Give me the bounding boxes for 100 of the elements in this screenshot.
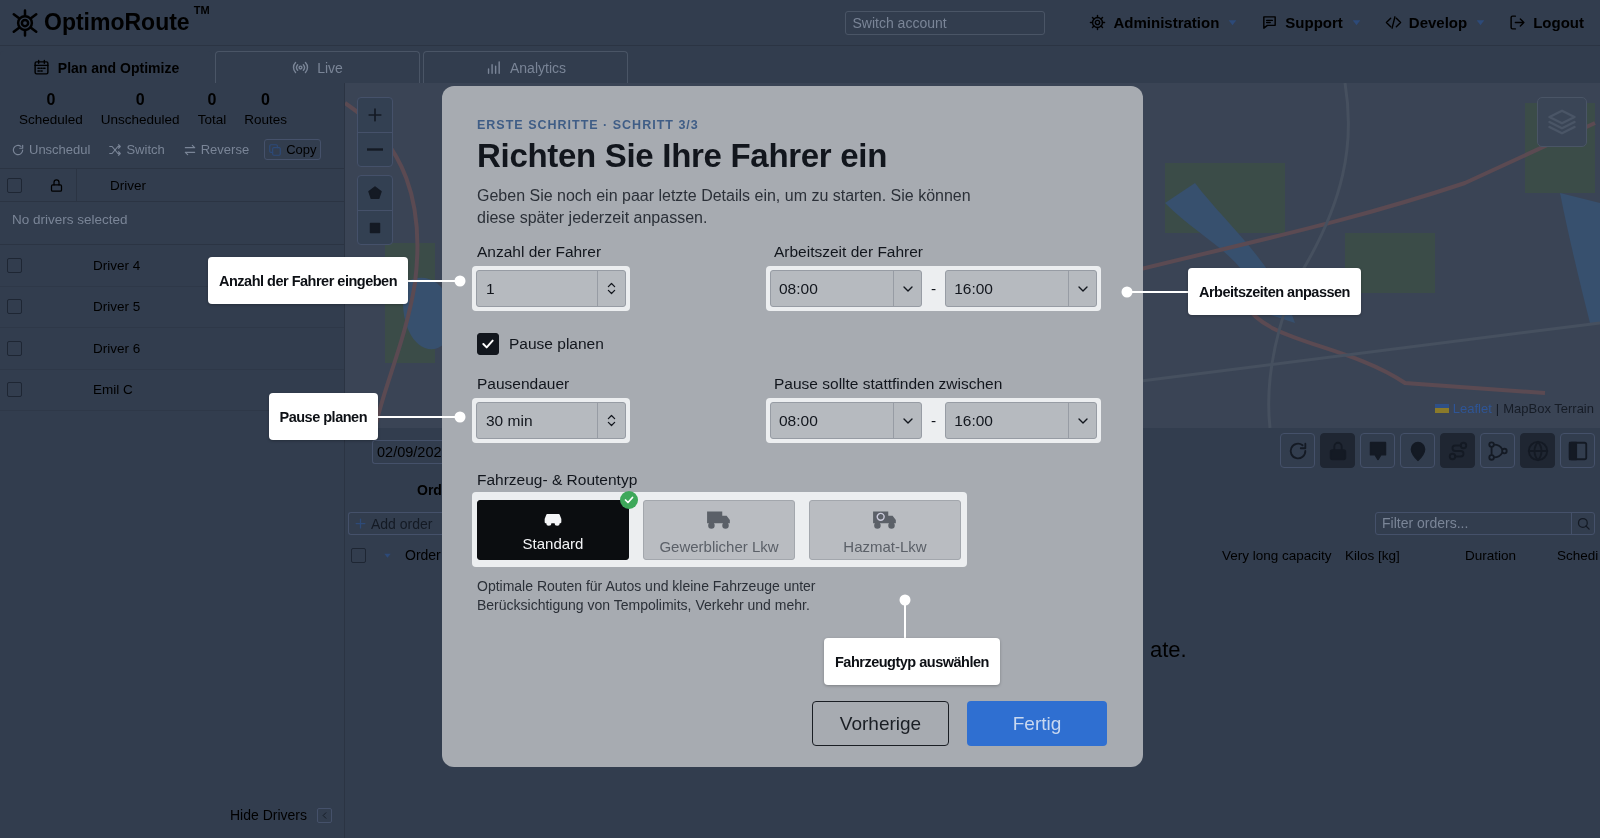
column-header: Duration — [1465, 547, 1518, 563]
callout: Pause planen — [268, 393, 378, 440]
map-tool-button[interactable] — [1560, 433, 1595, 468]
stat-value: 0 — [135, 91, 145, 109]
checkbox[interactable] — [477, 333, 499, 355]
hide-drivers-label: Hide Drivers — [230, 807, 307, 823]
section-title: Ord — [417, 482, 442, 498]
checkbox[interactable] — [7, 299, 22, 315]
plus-icon — [353, 516, 368, 531]
map-tool-button[interactable] — [1520, 433, 1555, 468]
checkbox-label: Pause planen — [509, 335, 604, 353]
filter-field[interactable]: Filter orders... — [1375, 512, 1595, 535]
number-field[interactable]: 30 min — [476, 402, 626, 439]
nav-menu[interactable]: Develop — [1384, 14, 1488, 31]
number-field[interactable]: 1 — [476, 270, 626, 307]
calendar-icon — [32, 59, 50, 76]
vehicle-option[interactable]: Gewerblicher Lkw — [643, 500, 795, 560]
switch-account-field[interactable]: Switch account — [845, 10, 1046, 35]
back-button[interactable]: Vorherige — [812, 701, 949, 746]
callout: Fahrzeugtyp auswählen — [824, 638, 1000, 685]
driver-name: Driver 6 — [93, 340, 141, 356]
lock-icon — [48, 177, 64, 193]
vehicle-option[interactable]: Hazmat-Lkw — [809, 500, 961, 560]
field-label: Pausendauer — [477, 375, 571, 393]
search-icon — [1575, 516, 1591, 531]
sidebar-icon — [1566, 439, 1589, 462]
nav-menu[interactable]: Support — [1261, 14, 1363, 31]
shuffle-icon — [108, 142, 123, 157]
layers-button[interactable] — [1537, 97, 1587, 147]
leader-line — [899, 594, 911, 638]
driver-name: Emil C — [93, 382, 133, 398]
map-tool-button[interactable] — [1320, 433, 1355, 468]
checkbox[interactable] — [351, 547, 366, 563]
dialog-description: Geben Sie noch ein paar letzte Details ein, um zu starten. Sie können diese später jederzeit anpassen. — [477, 186, 972, 228]
bar-chart-icon — [485, 59, 502, 76]
column-header: Order — [405, 547, 441, 563]
stat-label: Scheduled — [19, 112, 83, 127]
logo-text: OptimoRoute — [44, 9, 190, 36]
field-label: Pause sollte stattfinden zwischen — [774, 375, 1004, 393]
tab[interactable]: Analytics — [423, 51, 628, 83]
map-tool-button[interactable] — [1440, 433, 1475, 468]
tab[interactable]: Live — [215, 51, 420, 83]
copy-icon — [268, 142, 283, 157]
collapse-button[interactable] — [317, 807, 332, 823]
minus-icon — [367, 148, 383, 151]
check-badge-icon — [620, 491, 638, 509]
nav-menu[interactable]: Logout — [1509, 14, 1584, 31]
trademark: TM — [193, 3, 210, 16]
finish-button[interactable]: Fertig — [967, 701, 1107, 746]
stat-value: 0 — [46, 91, 56, 109]
column-header: Driver — [110, 177, 146, 193]
empty-message: No drivers selected — [0, 202, 344, 245]
map-tool-button[interactable] — [1480, 433, 1515, 468]
dialog-title: Richten Sie Ihre Fahrer ein — [477, 137, 889, 175]
stat-value: 0 — [261, 91, 270, 109]
nav-menu[interactable]: Administration — [1089, 14, 1240, 31]
callout: Arbeitszeiten anpassen — [1188, 268, 1361, 315]
map-tool-button[interactable] — [1360, 433, 1395, 468]
stat-label: Unscheduled — [100, 112, 180, 127]
field-label: Anzahl der Fahrer — [477, 243, 603, 261]
time-select[interactable]: 08:00 — [770, 270, 922, 307]
branching-route-icon — [1486, 439, 1509, 462]
leader-line — [1121, 286, 1188, 298]
leader-line — [408, 275, 466, 287]
map-tool-button[interactable] — [1400, 433, 1435, 468]
column-header: Schedi — [1557, 547, 1599, 563]
stat-value: 0 — [207, 91, 217, 109]
field-label: Arbeitszeit der Fahrer — [774, 243, 925, 261]
time-select[interactable]: 16:00 — [945, 402, 1098, 439]
driver-name: Driver 4 — [93, 257, 141, 273]
flag-icon — [1434, 404, 1449, 413]
logo-icon — [10, 7, 40, 38]
range-separator: - — [931, 279, 937, 298]
checkbox[interactable] — [7, 257, 22, 273]
empty-message: ate. — [1150, 637, 1188, 663]
logout-icon — [1509, 14, 1527, 31]
toolbar-button[interactable]: Copy — [264, 139, 321, 160]
column-header: Kilos [kg] — [1345, 547, 1401, 563]
stat-label: Routes — [244, 112, 287, 127]
code-icon — [1384, 14, 1402, 31]
refresh-icon — [11, 142, 25, 157]
callout: Anzahl der Fahrer eingeben — [208, 257, 408, 304]
step-label: ERSTE SCHRITTE · SCHRITT 3/3 — [477, 118, 700, 132]
time-select[interactable]: 08:00 — [770, 402, 922, 439]
map-tool-button[interactable] — [1280, 433, 1315, 468]
field-label: Fahrzeug- & Routentyp — [477, 471, 639, 489]
checkbox[interactable] — [7, 340, 22, 356]
vehicle-option[interactable]: Standard — [477, 500, 629, 560]
chat-icon — [1261, 14, 1279, 31]
settings-icon — [1089, 14, 1107, 31]
driver-name: Driver 5 — [93, 299, 141, 315]
swap-icon — [182, 142, 197, 157]
column-header: Very long capacity — [1222, 547, 1333, 563]
checkbox[interactable] — [7, 177, 22, 193]
broadcast-icon — [292, 59, 310, 76]
checkbox[interactable] — [7, 382, 22, 398]
range-separator: - — [931, 411, 937, 430]
time-select[interactable]: 16:00 — [945, 270, 1098, 307]
pentagon-icon — [366, 184, 384, 202]
stat-label: Total — [197, 112, 227, 127]
